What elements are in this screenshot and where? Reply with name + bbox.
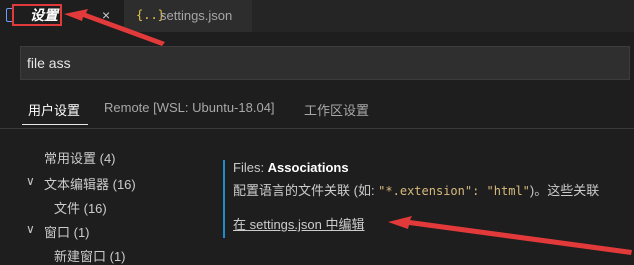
tab-workspace-settings[interactable]: 工作区设置 xyxy=(304,100,369,119)
toc-item-text-editor[interactable]: 文本编辑器 (16) xyxy=(44,174,136,193)
active-tab-underline xyxy=(22,124,88,125)
tab-settings-label: 设置 xyxy=(12,4,62,26)
setting-desc-suffix: )。这些关联 xyxy=(529,183,600,198)
edit-in-settings-json-link[interactable]: 在 settings.json 中编辑 xyxy=(233,214,365,233)
setting-desc-prefix: 配置语言的文件关联 (如: xyxy=(233,183,379,198)
annotation-arrow-link xyxy=(388,216,632,255)
toc-item-new-window[interactable]: 新建窗口 (1) xyxy=(54,246,126,265)
toc-item-files[interactable]: 文件 (16) xyxy=(54,198,107,217)
chevron-down-icon[interactable]: ∨ xyxy=(26,222,35,236)
tab-settings-json-label: settings.json xyxy=(160,8,233,23)
setting-category: Files: xyxy=(233,160,268,175)
close-icon[interactable]: × xyxy=(102,7,110,23)
setting-title: Files: Associations xyxy=(233,160,349,175)
settings-scope-tabs: 用户设置 Remote [WSL: Ubuntu-18.04] 工作区设置 xyxy=(0,100,634,128)
chevron-down-icon[interactable]: ∨ xyxy=(26,174,35,188)
tab-settings[interactable]: 设置 × xyxy=(0,0,124,32)
toc-item-common[interactable]: 常用设置 (4) xyxy=(44,148,116,167)
editor-tab-bar: 设置 × {..} settings.json xyxy=(0,0,634,32)
toc-item-window[interactable]: 窗口 (1) xyxy=(44,222,90,241)
tab-user-settings[interactable]: 用户设置 xyxy=(28,100,80,119)
setting-description: 配置语言的文件关联 (如: "*.extension": "html")。这些关… xyxy=(233,180,634,199)
setting-focus-bar xyxy=(223,160,225,238)
tab-remote-settings[interactable]: Remote [WSL: Ubuntu-18.04] xyxy=(104,100,275,115)
setting-desc-code: "*.extension": "html" xyxy=(378,184,530,198)
scope-divider xyxy=(0,128,634,129)
settings-search-input[interactable] xyxy=(20,46,630,80)
tab-settings-json[interactable]: {..} settings.json xyxy=(124,0,252,32)
setting-name: Associations xyxy=(267,160,349,175)
